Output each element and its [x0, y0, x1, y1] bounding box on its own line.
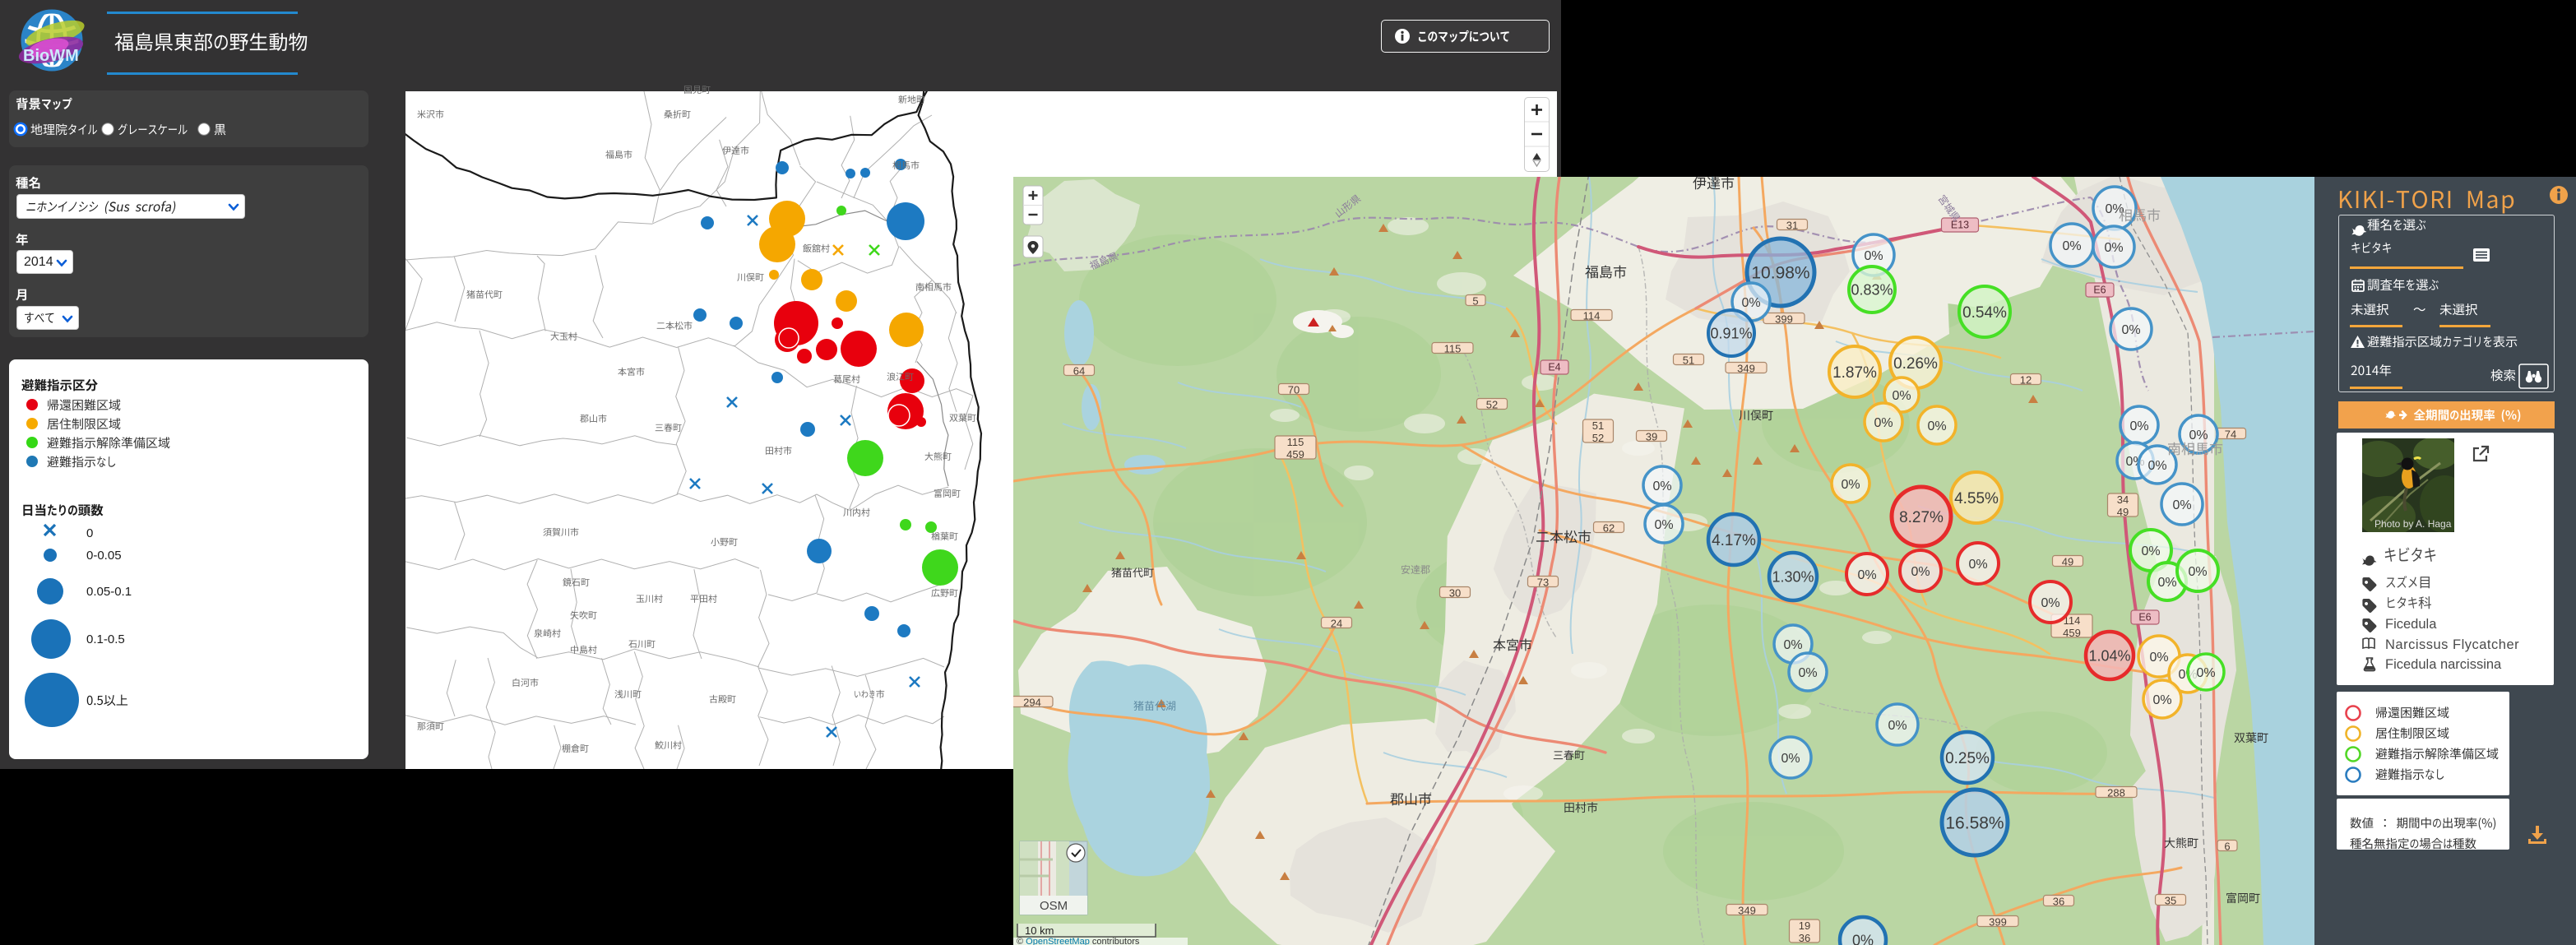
svg-text:73: 73 — [1537, 577, 1549, 589]
svg-text:© OpenStreetMap contributors: © OpenStreetMap contributors — [1017, 937, 1140, 945]
svg-text:349: 349 — [1738, 905, 1756, 917]
svg-text:64: 64 — [1073, 365, 1085, 378]
svg-text:62: 62 — [1603, 522, 1615, 535]
svg-text:19: 19 — [1799, 920, 1810, 932]
svg-text:0%: 0% — [2104, 241, 2123, 255]
svg-text:24: 24 — [1331, 618, 1342, 630]
svg-text:294: 294 — [1023, 697, 1041, 709]
svg-text:70: 70 — [1288, 384, 1300, 396]
svg-text:0%: 0% — [2196, 666, 2215, 680]
svg-text:0%: 0% — [2152, 693, 2171, 707]
svg-text:0%: 0% — [1654, 518, 1673, 532]
svg-text:12: 12 — [2020, 374, 2032, 387]
svg-text:0%: 0% — [1798, 666, 1817, 680]
svg-text:5: 5 — [1472, 295, 1478, 308]
svg-text:E13: E13 — [1951, 220, 1969, 231]
svg-text:349: 349 — [1737, 363, 1755, 375]
svg-text:E6: E6 — [2138, 612, 2151, 623]
svg-text:39: 39 — [1646, 431, 1657, 443]
svg-text:52: 52 — [1592, 432, 1604, 444]
svg-text:0%: 0% — [1864, 249, 1883, 263]
svg-text:0%: 0% — [2121, 323, 2140, 337]
svg-text:10 km: 10 km — [1025, 924, 1054, 937]
svg-text:1.30%: 1.30% — [1772, 568, 1814, 585]
svg-text:E4: E4 — [1548, 362, 1560, 373]
svg-text:0%: 0% — [1968, 558, 1987, 572]
svg-text:0%: 0% — [1892, 389, 1911, 403]
svg-text:30: 30 — [1449, 587, 1461, 600]
svg-text:51: 51 — [1683, 354, 1694, 367]
svg-text:74: 74 — [2225, 428, 2236, 441]
svg-text:51: 51 — [1592, 419, 1604, 432]
svg-text:288: 288 — [2107, 787, 2125, 799]
svg-text:49: 49 — [2117, 506, 2129, 518]
svg-text:35: 35 — [2165, 895, 2176, 907]
svg-text:0.26%: 0.26% — [1893, 355, 1938, 373]
svg-text:52: 52 — [1486, 399, 1498, 411]
svg-text:0%: 0% — [2129, 419, 2148, 433]
svg-text:0%: 0% — [2105, 202, 2124, 216]
svg-text:8.27%: 8.27% — [1899, 509, 1944, 526]
svg-text:0.91%: 0.91% — [1710, 325, 1752, 341]
svg-text:0.25%: 0.25% — [1945, 750, 1990, 767]
svg-text:0%: 0% — [2141, 544, 2160, 558]
svg-text:0%: 0% — [1783, 638, 1802, 652]
svg-text:Photo by A. Haga: Photo by A. Haga — [2374, 518, 2452, 530]
svg-text:0%: 0% — [1781, 752, 1800, 766]
svg-text:0%: 0% — [2041, 596, 2059, 610]
svg-text:36: 36 — [2053, 896, 2064, 908]
svg-text:0.83%: 0.83% — [1851, 281, 1893, 298]
svg-text:114: 114 — [1583, 310, 1601, 322]
svg-text:0%: 0% — [1857, 568, 1876, 582]
svg-text:0%: 0% — [2188, 565, 2207, 579]
svg-text:E6: E6 — [2093, 285, 2106, 296]
svg-text:0%: 0% — [2157, 576, 2176, 590]
svg-text:1.04%: 1.04% — [2088, 647, 2130, 664]
svg-text:0%: 0% — [2149, 651, 2168, 665]
svg-text:6: 6 — [2224, 841, 2230, 853]
svg-text:115: 115 — [1444, 343, 1462, 355]
svg-text:115: 115 — [1287, 436, 1304, 448]
svg-text:0%: 0% — [1852, 932, 1874, 945]
svg-text:0%: 0% — [2062, 239, 2081, 253]
svg-text:16.58%: 16.58% — [1945, 814, 2004, 833]
svg-text:49: 49 — [2062, 556, 2073, 568]
svg-text:0%: 0% — [1874, 416, 1893, 430]
svg-text:0.54%: 0.54% — [1962, 304, 2007, 322]
svg-text:0%: 0% — [2189, 428, 2208, 442]
svg-text:0%: 0% — [1841, 478, 1860, 492]
svg-text:4.55%: 4.55% — [1954, 490, 1999, 507]
svg-text:0%: 0% — [1741, 296, 1760, 310]
svg-text:0%: 0% — [1911, 565, 1930, 579]
svg-text:4.17%: 4.17% — [1712, 532, 1756, 549]
svg-text:0%: 0% — [2147, 459, 2166, 473]
svg-text:10.98%: 10.98% — [1751, 264, 1809, 283]
svg-text:0%: 0% — [1888, 719, 1907, 733]
svg-text:459: 459 — [1286, 448, 1304, 461]
svg-text:34: 34 — [2117, 493, 2129, 506]
svg-text:0%: 0% — [2172, 498, 2191, 512]
svg-text:31: 31 — [1786, 220, 1798, 232]
svg-text:0%: 0% — [1927, 419, 1946, 433]
svg-text:399: 399 — [1775, 313, 1793, 326]
svg-text:399: 399 — [1989, 916, 2007, 929]
svg-text:459: 459 — [2063, 627, 2081, 639]
svg-text:36: 36 — [1799, 932, 1810, 944]
svg-text:1.87%: 1.87% — [1832, 364, 1877, 382]
svg-text:OSM: OSM — [1040, 899, 1068, 913]
svg-text:0%: 0% — [1652, 479, 1671, 493]
